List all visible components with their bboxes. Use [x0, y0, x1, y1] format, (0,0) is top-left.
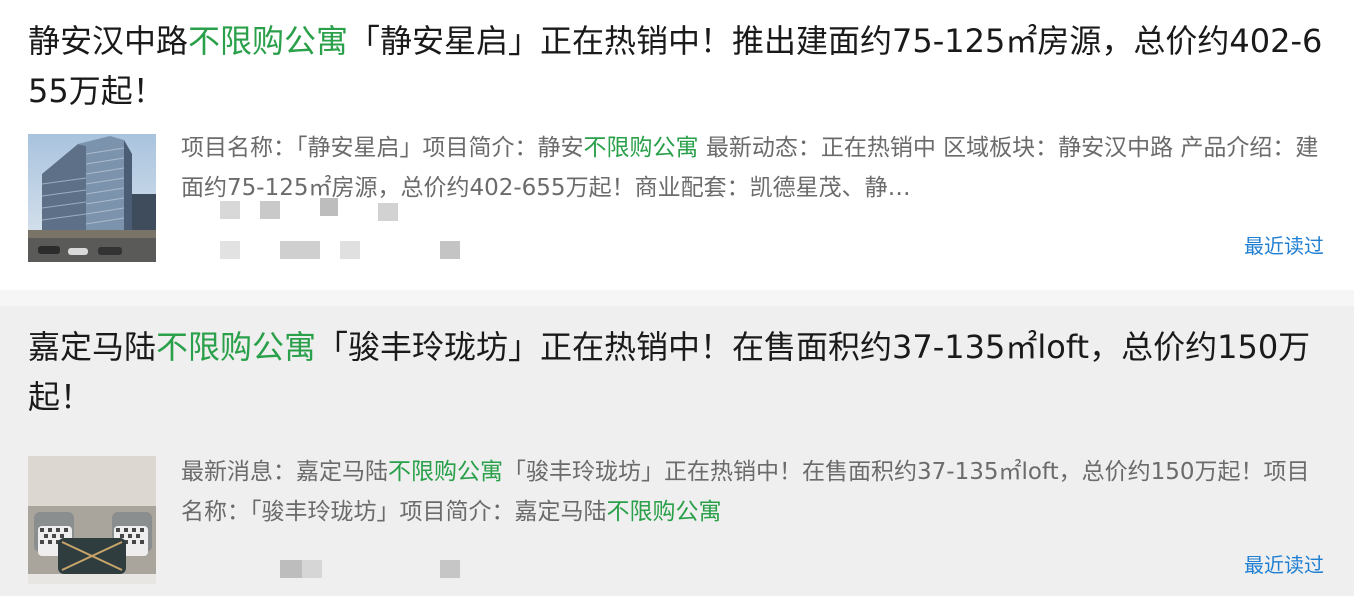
blurred-meta [270, 556, 470, 586]
article-card[interactable]: 嘉定马陆不限购公寓「骏丰玲珑坊」正在热销中！在售面积约37-135㎡loft，总… [0, 306, 1354, 596]
card-divider [0, 290, 1354, 306]
interior-pillow-photo[interactable] [28, 456, 156, 584]
article-summary: 最新消息：嘉定马陆不限购公寓「骏丰玲珑坊」正在热销中！在售面积约37-135㎡l… [181, 459, 1310, 525]
recently-read-link[interactable]: 最近读过 [1244, 230, 1324, 259]
building-photo[interactable] [28, 134, 156, 262]
article-card[interactable]: 静安汉中路不限购公寓「静安星启」正在热销中！推出建面约75-125㎡房源，总价约… [0, 0, 1354, 290]
recently-read-link[interactable]: 最近读过 [1244, 549, 1324, 578]
article-title[interactable]: 嘉定马陆不限购公寓「骏丰玲珑坊」正在热销中！在售面积约37-135㎡loft，总… [28, 322, 1328, 422]
article-title[interactable]: 静安汉中路不限购公寓「静安星启」正在热销中！推出建面约75-125㎡房源，总价约… [28, 16, 1328, 116]
blurred-meta [200, 186, 460, 266]
